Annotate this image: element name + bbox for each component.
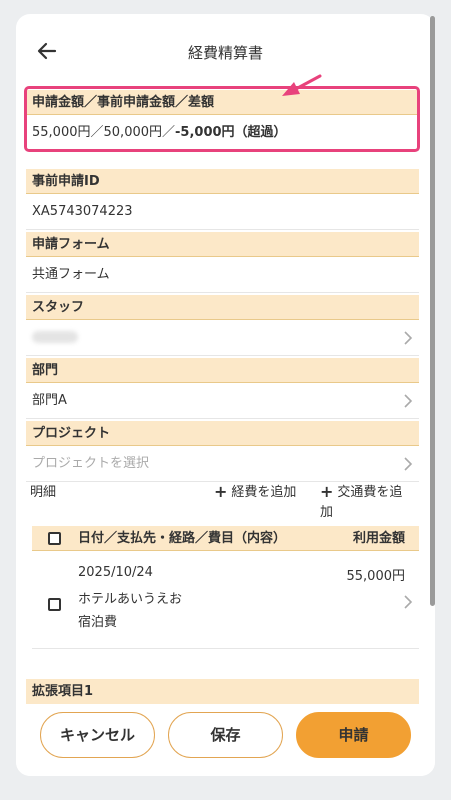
- chevron-right-icon: [404, 331, 413, 345]
- row-category: 宿泊費: [78, 615, 118, 630]
- staff-section: スタッフ: [26, 295, 419, 356]
- page-title: 経費精算書: [187, 44, 263, 62]
- chevron-right-icon: [404, 394, 413, 408]
- project-selector[interactable]: プロジェクトを選択: [26, 446, 419, 482]
- department-selector[interactable]: 部門A: [26, 383, 419, 419]
- plus-icon: +: [214, 482, 228, 501]
- details-table-header: 日付／支払先・経路／費目（内容） 利用金額: [32, 526, 419, 551]
- cancel-button[interactable]: キャンセル: [40, 712, 155, 758]
- staff-name-blurred: [32, 330, 78, 343]
- app-header: 経費精算書: [16, 36, 435, 66]
- pre-application-label: 事前申請ID: [26, 169, 419, 194]
- department-value: 部門A: [32, 393, 67, 408]
- highlight-box: [24, 86, 420, 152]
- chevron-right-icon: [404, 457, 413, 471]
- form-section: 申請フォーム 共通フォーム: [26, 232, 419, 293]
- details-bar: 明細 + 経費を追加 + 交通費を追加: [30, 478, 415, 520]
- submit-button[interactable]: 申請: [296, 712, 411, 758]
- expense-report-card: 経費精算書 申請金額／事前申請金額／差額 55,000円／50,000円／-5,…: [16, 14, 435, 776]
- add-expense-label: 経費を追加: [231, 485, 297, 500]
- chevron-right-icon: [404, 595, 413, 609]
- pre-application-section: 事前申請ID XA5743074223: [26, 169, 419, 230]
- pre-application-value: XA5743074223: [26, 194, 419, 230]
- project-section: プロジェクト プロジェクトを選択: [26, 421, 419, 482]
- save-button[interactable]: 保存: [168, 712, 283, 758]
- extension-label: 拡張項目1: [26, 679, 419, 704]
- column-desc: 日付／支払先・経路／費目（内容）: [78, 531, 287, 546]
- scrollbar[interactable]: [430, 16, 435, 606]
- staff-selector[interactable]: [26, 320, 419, 356]
- add-expense-button[interactable]: + 経費を追加: [214, 481, 296, 501]
- row-payee: ホテルあいうえお: [78, 592, 183, 607]
- staff-label: スタッフ: [26, 295, 419, 320]
- row-date: 2025/10/24: [78, 565, 153, 580]
- add-transport-button[interactable]: + 交通費を追加: [320, 481, 415, 520]
- column-amount: 利用金額: [352, 531, 405, 546]
- pointer-arrow-icon: [282, 74, 322, 96]
- select-all-checkbox[interactable]: [48, 532, 61, 545]
- form-value: 共通フォーム: [26, 257, 419, 293]
- plus-icon: +: [320, 482, 334, 501]
- table-row[interactable]: 2025/10/24 ホテルあいうえお 宿泊費 55,000円: [32, 551, 419, 649]
- row-checkbox[interactable]: [48, 598, 61, 611]
- department-label: 部門: [26, 358, 419, 383]
- details-label: 明細: [30, 485, 57, 500]
- form-label: 申請フォーム: [26, 232, 419, 257]
- row-amount: 55,000円: [346, 569, 406, 584]
- department-section: 部門 部門A: [26, 358, 419, 419]
- project-label: プロジェクト: [26, 421, 419, 446]
- project-placeholder: プロジェクトを選択: [32, 456, 150, 471]
